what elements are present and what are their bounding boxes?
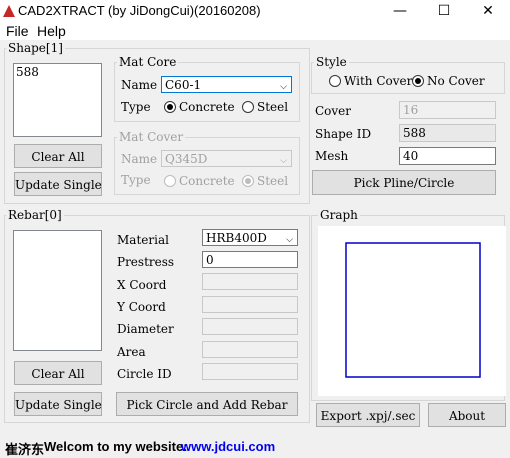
graph-title: Graph	[318, 208, 360, 222]
circle-id-label: Circle ID	[117, 367, 172, 381]
mat-cover-name-value: Q345D	[165, 152, 208, 166]
mesh-label: Mesh	[315, 149, 349, 163]
menu-file[interactable]: File	[6, 23, 29, 39]
area-field	[202, 341, 298, 358]
rebar-listbox[interactable]	[13, 230, 102, 351]
minimize-button[interactable]: —	[380, 0, 420, 22]
mesh-field[interactable]: 40	[399, 147, 496, 165]
shape-clear-all-button[interactable]: Clear All	[14, 144, 102, 168]
maximize-button[interactable]: ☐	[424, 0, 464, 22]
export-button[interactable]: Export .xpj/.sec	[316, 403, 420, 427]
chevron-down-icon: ⌵	[280, 156, 287, 166]
cover-label: Cover	[315, 104, 352, 118]
window-title: CAD2XTRACT (by JiDongCui)(20160208)	[18, 3, 261, 18]
mat-cover-name-select: Q345D ⌵	[161, 150, 292, 167]
shape-update-single-button[interactable]: Update Single	[14, 172, 102, 196]
mat-core-name-value: C60-1	[165, 78, 202, 92]
ycoord-field	[202, 296, 298, 313]
mat-cover-title: Mat Cover	[117, 130, 186, 144]
mat-core-type-label: Type	[121, 100, 151, 114]
prestress-label: Prestress	[117, 255, 175, 269]
prestress-field[interactable]: 0	[202, 251, 298, 268]
no-cover-label[interactable]: No Cover	[427, 74, 485, 88]
close-button[interactable]: ✕	[468, 0, 508, 22]
style-title: Style	[314, 55, 349, 69]
material-select[interactable]: HRB400D ⌵	[202, 229, 298, 246]
shape-id-field: 588	[399, 124, 496, 142]
with-cover-radio[interactable]	[329, 75, 341, 87]
mat-cover-concrete-radio	[164, 175, 176, 187]
mat-core-steel-radio[interactable]	[242, 101, 254, 113]
no-cover-radio[interactable]	[412, 75, 424, 87]
material-value: HRB400D	[206, 231, 267, 245]
shape-list-item[interactable]: 588	[16, 65, 99, 79]
shape-group-title: Shape[1]	[6, 41, 65, 55]
menu-help[interactable]: Help	[37, 23, 66, 39]
menu-bar: File Help	[0, 22, 510, 40]
material-label: Material	[117, 233, 169, 247]
mat-core-concrete-radio[interactable]	[164, 101, 176, 113]
rebar-update-single-button[interactable]: Update Single	[14, 392, 102, 416]
pick-pline-circle-button[interactable]: Pick Pline/Circle	[312, 170, 496, 195]
status-text: Welcom to my website:	[44, 439, 188, 454]
diameter-label: Diameter	[117, 322, 174, 336]
shape-outline	[345, 242, 481, 378]
circle-id-field	[202, 363, 298, 380]
website-link[interactable]: www.jdcui.com	[181, 439, 275, 454]
about-button[interactable]: About	[428, 403, 506, 427]
mat-core-name-select[interactable]: C60-1 ⌵	[161, 76, 292, 93]
mat-core-title: Mat Core	[117, 55, 179, 69]
status-bar: 崔济东 Welcom to my website: www.jdcui.com	[0, 434, 510, 457]
app-icon	[3, 5, 15, 17]
rebar-group-title: Rebar[0]	[6, 208, 64, 222]
xcoord-field	[202, 273, 298, 290]
mat-cover-concrete-label: Concrete	[179, 174, 235, 188]
chevron-down-icon: ⌵	[286, 235, 293, 245]
diameter-field	[202, 318, 298, 335]
mat-core-concrete-label[interactable]: Concrete	[179, 100, 235, 114]
shape-id-label: Shape ID	[315, 127, 372, 141]
pick-circle-add-rebar-button[interactable]: Pick Circle and Add Rebar	[116, 392, 298, 416]
graph-canvas	[318, 226, 506, 396]
status-author: 崔济东	[5, 442, 45, 457]
xcoord-label: X Coord	[117, 278, 167, 292]
rebar-clear-all-button[interactable]: Clear All	[14, 361, 102, 385]
mat-core-steel-label[interactable]: Steel	[257, 100, 288, 114]
graph-svg	[345, 242, 481, 378]
mat-cover-steel-radio	[242, 175, 254, 187]
title-bar: CAD2XTRACT (by JiDongCui)(20160208) — ☐ …	[0, 0, 510, 22]
cover-field: 16	[399, 101, 496, 119]
shape-listbox[interactable]: 588	[13, 63, 102, 137]
mat-cover-name-label: Name	[121, 152, 158, 166]
mat-core-name-label: Name	[121, 78, 158, 92]
chevron-down-icon: ⌵	[280, 82, 287, 92]
with-cover-label[interactable]: With Cover	[344, 74, 412, 88]
mat-cover-steel-label: Steel	[257, 174, 289, 188]
mat-cover-type-label: Type	[121, 173, 151, 187]
area-label: Area	[117, 345, 146, 359]
ycoord-label: Y Coord	[117, 300, 166, 314]
